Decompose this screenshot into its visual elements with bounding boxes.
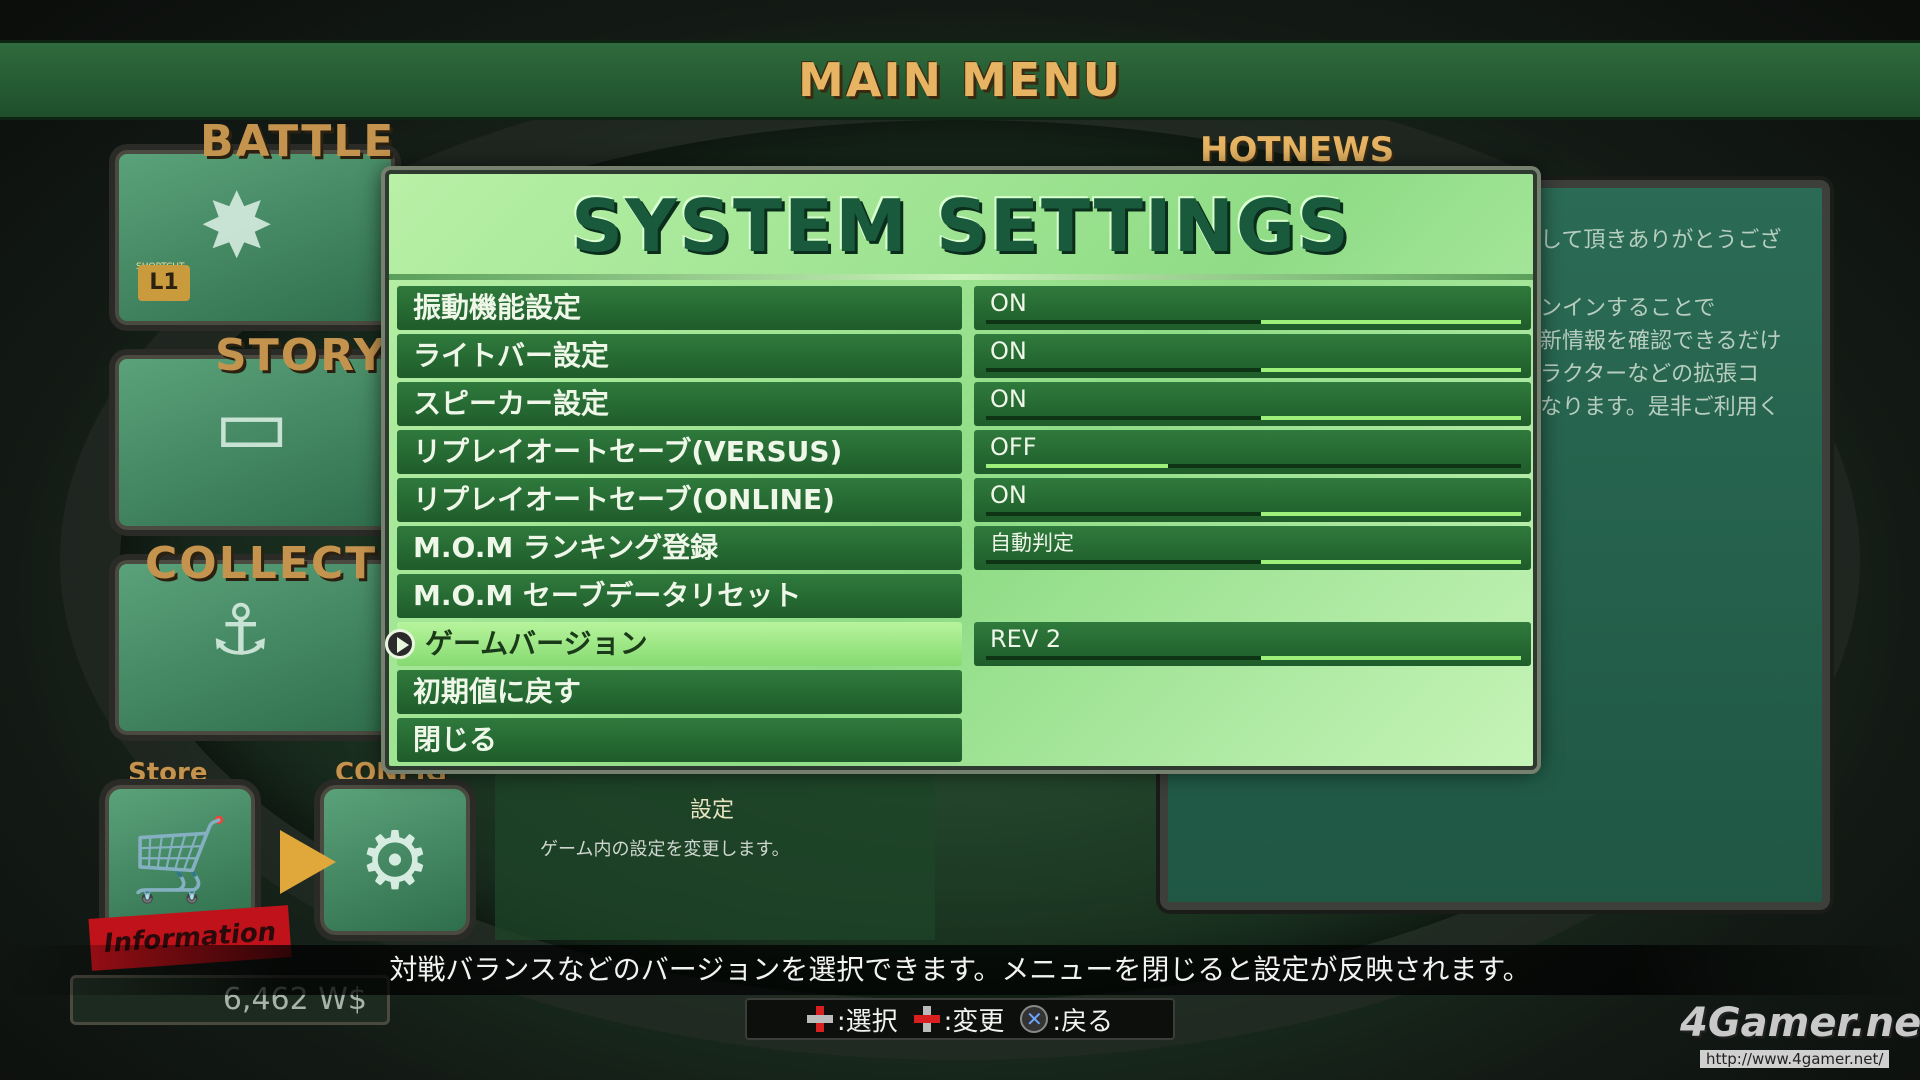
cross-button-icon: ✕ [1020, 1005, 1049, 1033]
setting-value[interactable]: ON [974, 382, 1531, 426]
value-slider [986, 368, 1521, 372]
hotnews-line: ンインすることで [1540, 296, 1716, 321]
setting-value[interactable]: ON [974, 286, 1531, 330]
control-change-label: :変更 [943, 1006, 1005, 1037]
setting-label: 初期値に戻す [397, 670, 962, 714]
dialog-title: SYSTEM SETTINGS [571, 184, 1351, 268]
setting-value-text: ON [990, 385, 1027, 413]
story-category-title: STORY [215, 330, 388, 381]
setting-label: スピーカー設定 [397, 382, 962, 426]
value-slider [986, 464, 1521, 468]
setting-label: ライトバー設定 [397, 334, 962, 378]
selection-cursor-icon [385, 629, 415, 659]
setting-value-text: OFF [990, 433, 1037, 461]
value-slider [986, 416, 1521, 420]
hotnews-line: なります。是非ご利用く [1540, 395, 1780, 420]
battle-category-title: BATTLE [200, 116, 396, 167]
dpad-horizontal-icon [913, 1006, 940, 1032]
watermark-url: http://www.4gamer.net/ [1700, 1050, 1890, 1068]
center-info-description: ゲーム内の設定を変更します。 [540, 839, 790, 860]
config-button[interactable]: ⚙ [320, 785, 470, 935]
value-slider [986, 560, 1521, 564]
control-hints: :選択 :変更 ✕ :戻る [745, 998, 1175, 1040]
store-title: Store [128, 758, 208, 788]
play-arrow-icon [280, 830, 336, 894]
story-category[interactable]: ▭ [115, 355, 395, 530]
center-info-label: 設定 [690, 798, 735, 823]
value-slider [986, 512, 1521, 516]
setting-value-text: ON [990, 337, 1027, 365]
setting-value[interactable]: OFF [974, 430, 1531, 474]
header-bar: MAIN MENU [0, 40, 1920, 120]
value-slider [986, 320, 1521, 324]
collection-category-title: COLLECTI [145, 538, 396, 589]
main-menu-title: MAIN MENU [797, 53, 1123, 107]
setting-value-text: REV 2 [990, 625, 1062, 653]
theater-icon: ▭ [214, 379, 290, 472]
collection-icon: ⚓ [209, 589, 272, 671]
hotnews-line: して頂きありがとうござ [1540, 228, 1782, 253]
value-slider [986, 656, 1521, 660]
setting-label-selected: ゲームバージョン [397, 622, 962, 666]
control-back-label: :戻る [1052, 1006, 1114, 1037]
help-text: 対戦バランスなどのバージョンを選択できます。メニューを閉じると設定が反映されます… [0, 945, 1920, 995]
setting-label: リプレイオートセーブ(VERSUS) [397, 430, 962, 474]
control-select-label: :選択 [836, 1006, 898, 1037]
dpad-vertical-icon [806, 1006, 833, 1032]
hotnews-title: HOTNEWS [1200, 130, 1395, 170]
cart-icon: 🛒 [130, 813, 230, 906]
hotnews-line: 新情報を確認できるだけ [1540, 329, 1782, 354]
system-settings-dialog: SYSTEM SETTINGS 振動機能設定 ON ライトバー設定 ON スピー… [385, 170, 1537, 770]
hotnews-line: ラクターなどの拡張コ [1540, 362, 1760, 387]
setting-label: 振動機能設定 [397, 286, 962, 330]
setting-value-text: ON [990, 289, 1027, 317]
setting-value[interactable]: REV 2 [974, 622, 1531, 666]
control-change: :変更 [913, 1001, 1005, 1038]
shortcut-key-l1: L1 [138, 265, 190, 301]
setting-value-empty [974, 574, 1531, 618]
dialog-title-divider [389, 274, 1533, 280]
setting-value[interactable]: ON [974, 478, 1531, 522]
setting-value[interactable]: ON [974, 334, 1531, 378]
setting-label: 閉じる [397, 718, 962, 762]
control-select: :選択 [806, 1001, 898, 1038]
setting-value-text: ON [990, 481, 1027, 509]
setting-label: M.O.M ランキング登録 [397, 526, 962, 570]
setting-label: M.O.M セーブデータリセット [397, 574, 962, 618]
setting-value[interactable]: 自動判定 [974, 526, 1531, 570]
setting-value-text: 自動判定 [990, 531, 1074, 555]
setting-label: リプレイオートセーブ(ONLINE) [397, 478, 962, 522]
control-back: ✕ :戻る [1020, 1001, 1113, 1038]
watermark-logo: 4Gamer.net [1680, 1000, 1920, 1046]
battle-icon: ✸ [199, 174, 275, 279]
gear-icon: ⚙ [359, 813, 431, 907]
